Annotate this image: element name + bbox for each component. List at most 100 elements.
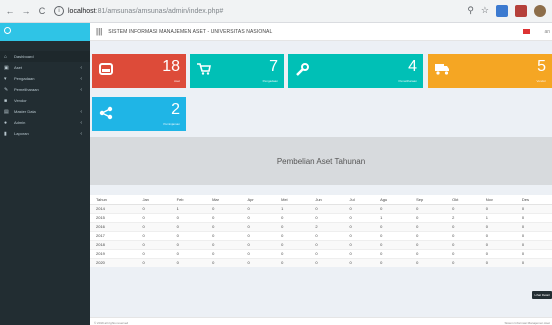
user-icon: ● (4, 119, 8, 126)
table-cell: 0 (136, 203, 171, 213)
table-cell: 0 (515, 248, 552, 258)
info-icon[interactable]: i (54, 6, 64, 16)
tile-label: Peminjaman (163, 122, 180, 126)
chevron-icon: ‹ (80, 119, 82, 126)
table-row: 2020 0 0 0 0 0 0 0 0 0 0 0 0 (90, 257, 552, 267)
table-cell: 0 (479, 257, 516, 267)
table-column-header: Sep (410, 195, 447, 205)
table-cell: 0 (446, 257, 480, 267)
table-cell: 1 (170, 203, 207, 213)
table-row: 2019 0 0 0 0 0 0 0 0 0 0 0 0 (90, 248, 552, 258)
chevron-icon: ‹ (80, 130, 82, 137)
detail-button[interactable]: Lihat Detail (532, 291, 552, 299)
table-cell: 2017 (90, 230, 137, 240)
tile-pemeliharaan[interactable]: 4 Pemeliharaan (288, 54, 423, 88)
tile-label: Aset (173, 79, 180, 83)
table-cell: 0 (515, 239, 552, 249)
table-cell: 0 (515, 203, 552, 213)
table-cell: 0 (241, 257, 276, 267)
cart-icon (197, 63, 211, 77)
database-icon: ▤ (4, 108, 9, 115)
table-column-header: Okt (446, 195, 480, 205)
table-cell: 2018 (90, 239, 137, 249)
table-cell: 0 (374, 257, 411, 267)
table-cell: 0 (410, 248, 447, 258)
extension-icon[interactable] (515, 5, 527, 17)
sidebar-item-vendor[interactable]: ■ Vendor (0, 95, 90, 106)
table-cell: 0 (170, 212, 207, 222)
chevron-icon: ‹ (80, 86, 82, 93)
sidebar-item-laporan[interactable]: ▮ Laporan ‹ (0, 128, 90, 139)
table-column-header: Jul (343, 195, 375, 205)
table-row: 2015 0 0 0 0 0 0 0 1 0 2 1 0 (90, 212, 552, 222)
tile-peminjaman[interactable]: 2 Peminjaman (92, 97, 186, 131)
url-host: localhost (68, 7, 96, 15)
reload-icon[interactable]: C (36, 5, 48, 17)
table-cell: 0 (136, 221, 171, 231)
table-cell: 0 (206, 257, 242, 267)
table-cell: 0 (343, 212, 375, 222)
table-cell: 0 (170, 239, 207, 249)
forward-icon[interactable]: → (20, 5, 32, 17)
main-content: 18 Aset 7 Pengadaan 4 Pemeliharaan 5 Ven… (90, 41, 552, 325)
table-cell: 2 (446, 212, 480, 222)
table-column-header: Agu (374, 195, 411, 205)
menu-toggle-icon[interactable]: ||| (96, 27, 102, 36)
table-cell: 0 (410, 239, 447, 249)
address-bar[interactable]: i localhost:81/amsunas/amsunas/admin/ind… (54, 4, 454, 19)
table-cell: 0 (479, 239, 516, 249)
table-cell: 0 (515, 221, 552, 231)
table-cell: 0 (170, 230, 207, 240)
zoom-icon[interactable]: ⚲ (467, 5, 474, 17)
table-cell: 2019 (90, 248, 137, 258)
sidebar-item-aset[interactable]: ▣ Aset ‹ (0, 62, 90, 73)
table-cell: 0 (410, 212, 447, 222)
sidebar-item-pemeliharaan[interactable]: ✎ Pemeliharaan ‹ (0, 84, 90, 95)
tile-label: Pengadaan (262, 79, 278, 83)
table-cell: 2020 (90, 257, 137, 267)
table-cell: 0 (374, 203, 411, 213)
tile-pengadaan[interactable]: 7 Pengadaan (190, 54, 284, 88)
table-cell: 0 (446, 248, 480, 258)
table-cell: 1 (374, 212, 411, 222)
app-topbar: ||| SISTEM INFORMASI MANAJEMEN ASET - UN… (90, 23, 552, 41)
table-cell: 0 (446, 203, 480, 213)
sidebar-item-master-data[interactable]: ▤ Master Data ‹ (0, 106, 90, 117)
table-cell: 0 (309, 203, 344, 213)
table-cell: 0 (136, 257, 171, 267)
sidebar-item-dashboard[interactable]: ⌂ Dashboard (0, 51, 90, 62)
table-cell: 2015 (90, 212, 137, 222)
tile-aset[interactable]: 18 Aset (92, 54, 186, 88)
footer: © 2019 all rights reserved Sistem Inform… (90, 317, 552, 325)
sidebar-item-label: Pemeliharaan (14, 87, 39, 92)
user-menu[interactable]: an (544, 29, 550, 35)
profile-avatar[interactable] (534, 5, 546, 17)
table-column-header: Jan (136, 195, 171, 205)
tile-value: 7 (269, 58, 278, 75)
browser-toolbar: ← → C i localhost:81/amsunas/amsunas/adm… (0, 0, 552, 23)
sidebar-item-admin[interactable]: ● Admin ‹ (0, 117, 90, 128)
table-row: 2016 0 0 0 0 0 2 0 0 0 0 0 0 (90, 221, 552, 231)
sidebar-item-pengadaan[interactable]: ▾ Pengadaan ‹ (0, 73, 90, 84)
table-cell: 0 (410, 230, 447, 240)
star-icon[interactable]: ☆ (481, 5, 489, 17)
table-row: 2018 0 0 0 0 0 0 0 0 0 0 0 0 (90, 239, 552, 249)
file-icon: ▮ (4, 130, 7, 137)
tile-label: Vendor (536, 79, 546, 83)
table-cell: 0 (241, 203, 276, 213)
back-icon[interactable]: ← (4, 5, 16, 17)
wrench-icon (295, 63, 309, 77)
extension-icon[interactable] (496, 5, 508, 17)
table-cell: 0 (374, 230, 411, 240)
truck-icon (435, 63, 449, 77)
flag-icon[interactable] (523, 29, 530, 34)
app-logo[interactable] (0, 23, 90, 41)
table-cell: 0 (309, 257, 344, 267)
tile-value: 2 (171, 101, 180, 118)
table-row: 2014 0 1 0 0 1 0 0 0 0 0 0 0 (90, 203, 552, 213)
tile-vendor[interactable]: 5 Vendor (428, 54, 552, 88)
table-cell: 0 (275, 212, 310, 222)
table-column-header: Tahun (90, 195, 137, 205)
table-cell: 0 (479, 203, 516, 213)
sidebar-item-label: Master Data (14, 109, 36, 114)
